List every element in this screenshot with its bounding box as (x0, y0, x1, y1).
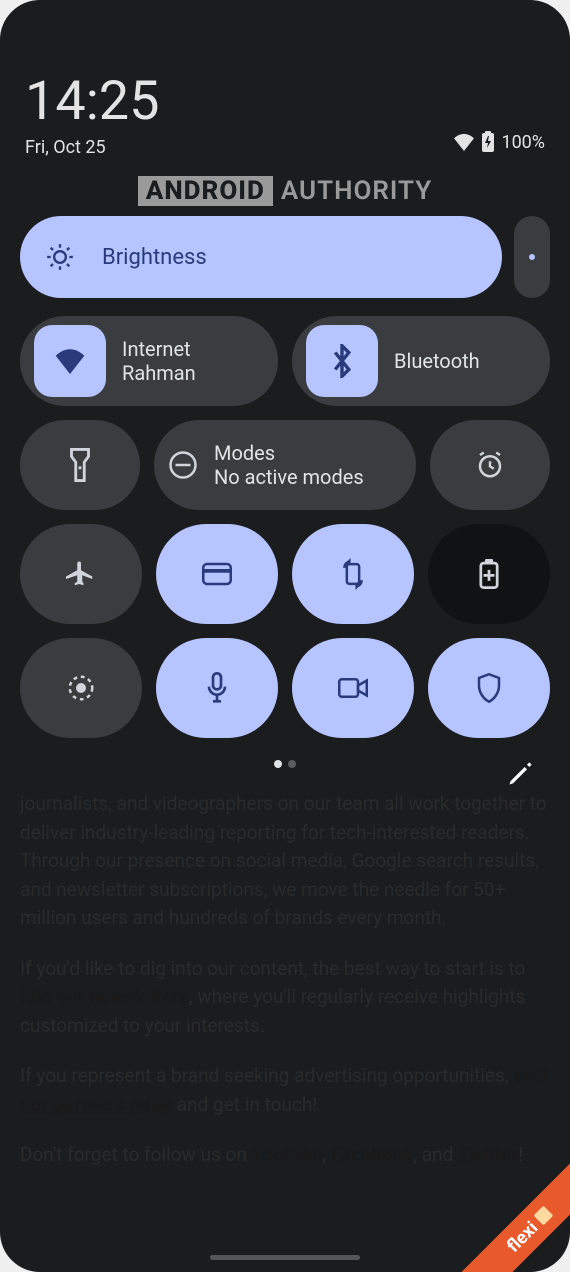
edit-icon[interactable] (506, 760, 534, 788)
article-content: journalists, and videographers on our te… (0, 790, 570, 1192)
facebook-link[interactable]: Facebook (331, 1143, 414, 1166)
article-p3a: If you represent a brand seeking adverti… (20, 1064, 509, 1087)
newsletter-link[interactable]: join our newsletters (20, 985, 189, 1008)
battery-percent: 100% (501, 132, 545, 153)
brightness-extra[interactable] (514, 216, 550, 298)
internet-sub: Rahman (122, 361, 196, 385)
dnd-icon (168, 450, 198, 480)
bluetooth-tile[interactable]: Bluetooth (292, 316, 550, 406)
modes-tile[interactable]: Modes No active modes (154, 420, 416, 510)
wallet-tile[interactable] (156, 524, 278, 624)
wallet-icon (202, 562, 232, 586)
alarm-tile[interactable] (430, 420, 550, 510)
bluetooth-title: Bluetooth (394, 349, 480, 373)
privacy-tile[interactable] (428, 638, 550, 738)
brightness-slider[interactable]: Brightness (20, 216, 502, 298)
page-indicator (274, 760, 296, 768)
live-caption-icon (66, 673, 96, 703)
youtube-link[interactable]: Youtube (252, 1143, 323, 1166)
mic-icon (206, 672, 228, 704)
battery-saver-icon (479, 559, 499, 589)
flashlight-icon (67, 448, 93, 482)
wifi-icon (453, 133, 475, 151)
quick-settings-panel: 14:25 Fri, Oct 25 100% ANDROID AUTHORITY… (0, 0, 570, 816)
modes-title: Modes (214, 441, 364, 465)
twitter-link[interactable]: Twitter (458, 1143, 518, 1166)
autorotate-icon (339, 558, 367, 590)
internet-tile[interactable]: Internet Rahman (20, 316, 278, 406)
wifi-tile-icon (34, 325, 106, 397)
gesture-bar[interactable] (210, 1255, 360, 1260)
battery-saver-tile[interactable] (428, 524, 550, 624)
mic-tile[interactable] (156, 638, 278, 738)
airplane-icon (66, 559, 96, 589)
flashlight-tile[interactable] (20, 420, 140, 510)
watermark: ANDROID AUTHORITY (20, 176, 550, 206)
camera-icon (338, 677, 368, 699)
article-p1: journalists, and videographers on our te… (20, 792, 547, 929)
brightness-icon (46, 243, 74, 271)
bluetooth-tile-icon (306, 325, 378, 397)
modes-sub: No active modes (214, 465, 364, 489)
shield-icon (476, 673, 502, 703)
battery-charging-icon (481, 131, 495, 153)
article-p4a: Don't forget to follow us on (20, 1143, 252, 1166)
autorotate-tile[interactable] (292, 524, 414, 624)
status-time: 14:25 (25, 70, 545, 133)
live-caption-tile[interactable] (20, 638, 142, 738)
airplane-tile[interactable] (20, 524, 142, 624)
brightness-label: Brightness (102, 245, 207, 270)
article-p3b: and get in touch! (172, 1093, 317, 1116)
internet-title: Internet (122, 337, 196, 361)
camera-tile[interactable] (292, 638, 414, 738)
article-p2a: If you'd like to dig into our content, t… (20, 957, 525, 980)
alarm-icon (475, 450, 505, 480)
